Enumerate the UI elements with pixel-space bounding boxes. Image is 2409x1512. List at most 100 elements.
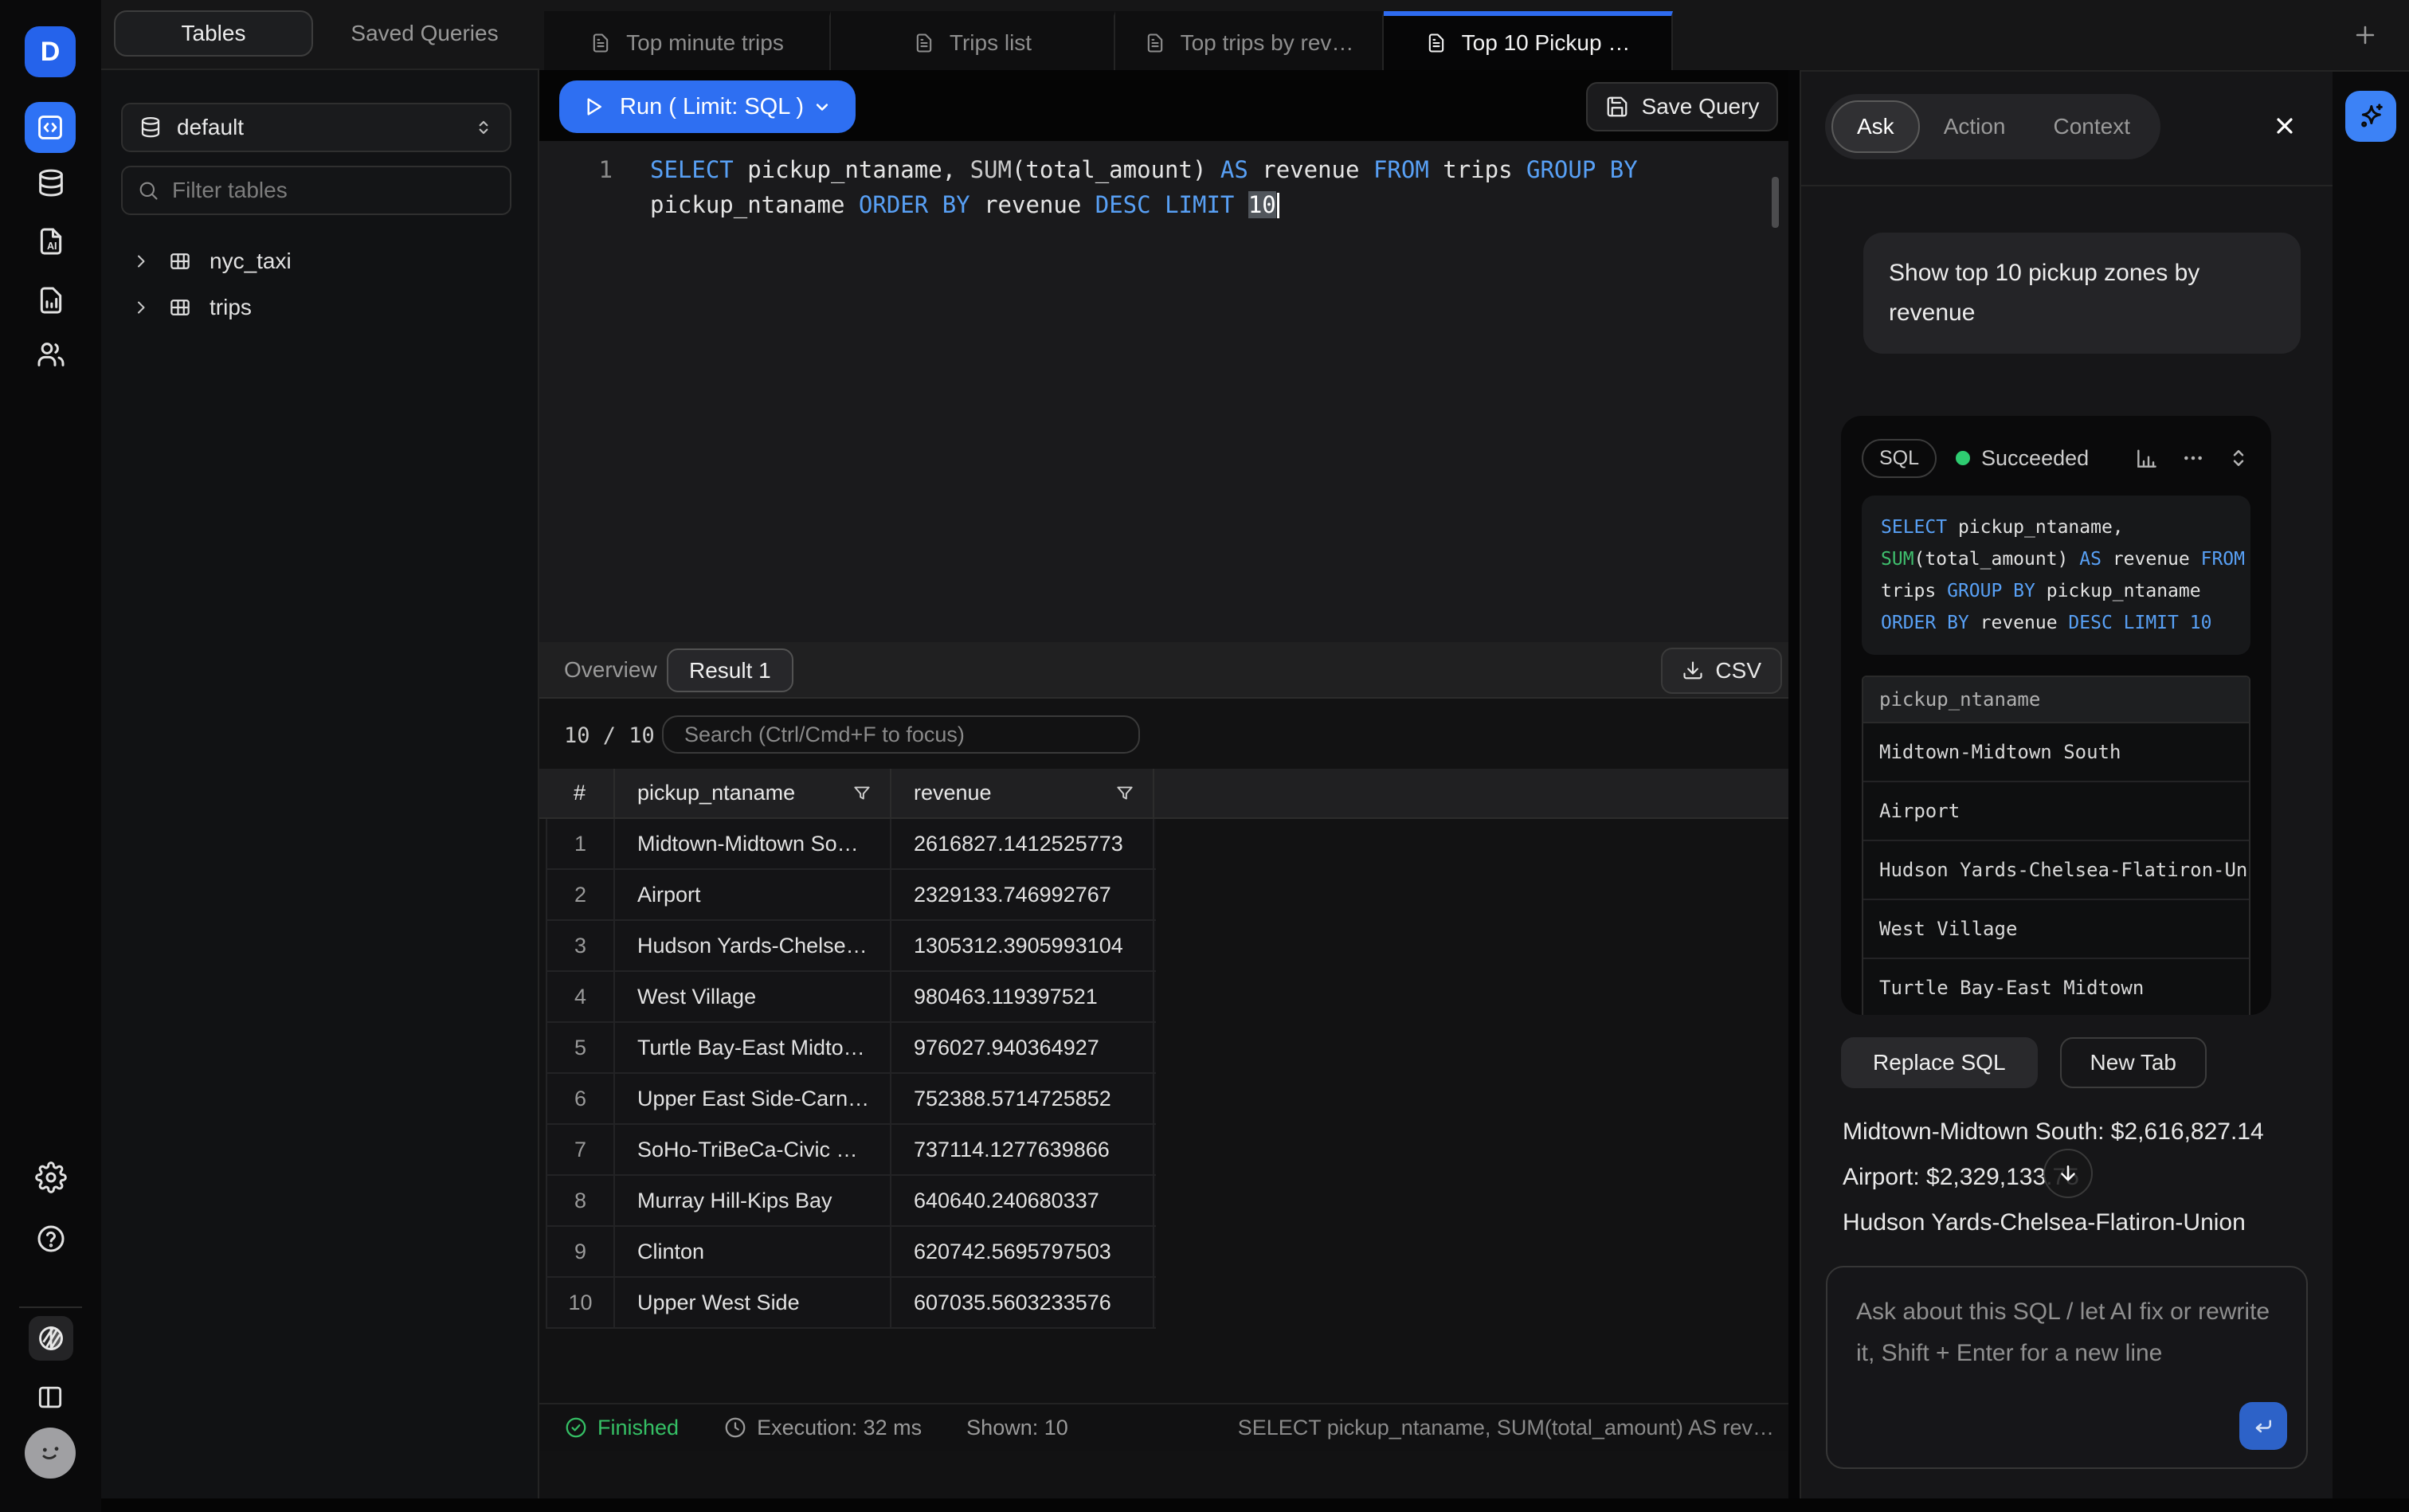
document-tab-label: Top 10 Pickup … — [1462, 30, 1631, 56]
table-cell-n: 10 — [547, 1278, 615, 1327]
help-button[interactable] — [35, 1223, 67, 1255]
send-button[interactable] — [2239, 1402, 2287, 1450]
ai-assistant-toggle-button[interactable] — [2345, 91, 2396, 142]
document-ai-icon: AI — [35, 225, 67, 258]
tree-item-nyc-taxi[interactable]: nyc_taxi — [131, 239, 514, 284]
csv-label: CSV — [1715, 658, 1761, 684]
download-icon — [1682, 660, 1704, 682]
table-row[interactable]: 3Hudson Yards-Chelse…1305312.3905993104 — [547, 921, 1156, 972]
chevron-right-icon[interactable] — [131, 298, 151, 317]
clock-icon — [723, 1416, 747, 1440]
table-cell-name: Upper West Side — [615, 1278, 891, 1327]
table-cell-name: West Village — [615, 972, 891, 1021]
replace-sql-button[interactable]: Replace SQL — [1841, 1037, 2038, 1088]
save-button-label: Save Query — [1642, 94, 1760, 119]
chart-icon[interactable] — [2134, 445, 2160, 471]
column-header-pickup-ntaname[interactable]: pickup_ntaname — [615, 769, 891, 817]
user-message-text: Show top 10 pickup zones by revenue — [1889, 260, 2199, 326]
icon-rail: D AI — [0, 0, 101, 1512]
sql-code-block[interactable]: SELECT pickup_ntaname,SUM(total_amount) … — [1862, 496, 2250, 655]
table-row[interactable]: 7SoHo-TriBeCa-Civic …737114.1277639866 — [547, 1125, 1156, 1176]
more-options-icon[interactable] — [2180, 445, 2206, 471]
table-row[interactable]: 9Clinton620742.5695797503 — [547, 1227, 1156, 1278]
table-cell-rev: 2616827.1412525773 — [891, 819, 1154, 868]
tree-item-trips[interactable]: trips — [131, 285, 514, 330]
toggle-sidebar-button[interactable] — [35, 1382, 65, 1412]
download-csv-button[interactable]: CSV — [1661, 648, 1782, 694]
document-tab-2[interactable]: Trips list — [831, 11, 1115, 70]
search-icon — [137, 179, 159, 202]
sidebar-item-ai-docs[interactable]: AI — [35, 225, 67, 258]
tab-tables[interactable]: Tables — [114, 10, 313, 57]
ai-mode-segmented-control: Ask Action Context — [1825, 94, 2160, 159]
succeeded-label: Succeeded — [1981, 446, 2089, 471]
sidebar-item-users[interactable] — [35, 339, 67, 370]
status-finished: Finished — [564, 1416, 679, 1440]
table-row[interactable]: 6Upper East Side-Carn…752388.5714725852 — [547, 1074, 1156, 1125]
mini-table-row: Turtle Bay-East Midtown — [1863, 959, 2249, 1015]
run-query-button[interactable]: Run ( Limit: SQL ) — [559, 80, 856, 133]
scroll-to-bottom-button[interactable] — [2043, 1149, 2093, 1198]
table-cell-name: Clinton — [615, 1227, 891, 1276]
document-tab-label: Top trips by rev… — [1181, 30, 1354, 56]
top-bar: Tables Saved Queries Top minute trips Tri… — [101, 0, 2409, 70]
filter-icon[interactable] — [1114, 783, 1135, 804]
sql-result-card: SQL Succeeded SELECT pickup_ntaname,SUM(… — [1841, 416, 2271, 1015]
mini-table-row: Airport — [1863, 782, 2249, 841]
table-row[interactable]: 5Turtle Bay-East Midto…976027.940364927 — [547, 1023, 1156, 1074]
table-row[interactable]: 1Midtown-Midtown So…2616827.1412525773 — [547, 819, 1156, 870]
document-tab-label: Trips list — [950, 30, 1032, 56]
table-cell-name: Airport — [615, 870, 891, 919]
ai-prompt-input[interactable] — [1827, 1267, 2306, 1467]
database-icon — [35, 167, 67, 199]
workspace-logo[interactable]: D — [25, 26, 76, 77]
column-header-revenue[interactable]: revenue — [891, 769, 1154, 817]
sidebar-item-databases[interactable] — [35, 167, 67, 199]
tree-item-label: nyc_taxi — [210, 249, 292, 274]
filter-tables-input[interactable] — [170, 177, 476, 204]
editor-scrollbar-thumb[interactable] — [1772, 177, 1779, 228]
tab-saved-queries[interactable]: Saved Queries — [329, 10, 520, 57]
document-tab-4[interactable]: Top 10 Pickup … — [1384, 11, 1673, 70]
sidebar-item-sql-editor[interactable] — [25, 102, 76, 153]
chevron-right-icon[interactable] — [131, 252, 151, 271]
filter-icon[interactable] — [852, 783, 872, 804]
database-selector-value: default — [177, 115, 244, 140]
user-avatar[interactable] — [25, 1428, 76, 1479]
editor-toolbar: Run ( Limit: SQL ) Save Query — [539, 70, 1788, 141]
column-label: revenue — [914, 781, 992, 805]
sidebar-item-reports[interactable] — [35, 284, 67, 317]
theme-toggle-button[interactable] — [29, 1316, 73, 1361]
settings-button[interactable] — [35, 1161, 67, 1193]
column-label: pickup_ntaname — [637, 781, 795, 805]
database-selector[interactable]: default — [121, 103, 511, 152]
sql-editor[interactable]: 1 SELECT pickup_ntaname, SUM(total_amoun… — [539, 141, 1788, 642]
mini-result-table: pickup_ntaname Midtown-Midtown SouthAirp… — [1862, 676, 2250, 1015]
document-tab-label: Top minute trips — [626, 30, 784, 56]
sparkle-ai-icon — [2355, 100, 2387, 132]
document-tab-3[interactable]: Top trips by rev… — [1115, 11, 1384, 70]
new-query-tab-button[interactable] — [2348, 18, 2383, 53]
tab-overview[interactable]: Overview — [564, 642, 657, 697]
enter-icon — [2251, 1414, 2275, 1438]
results-table-header: # pickup_ntaname revenue — [539, 769, 1788, 819]
table-row[interactable]: 2Airport2329133.746992767 — [547, 870, 1156, 921]
chevron-down-icon[interactable] — [811, 96, 833, 118]
table-cell-name: SoHo-TriBeCa-Civic … — [615, 1125, 891, 1174]
table-row[interactable]: 4West Village980463.119397521 — [547, 972, 1156, 1023]
document-tab-1[interactable]: Top minute trips — [544, 11, 831, 70]
tab-context[interactable]: Context — [2030, 114, 2155, 139]
tab-action[interactable]: Action — [1920, 114, 2030, 139]
results-search-input[interactable] — [683, 722, 1119, 748]
close-panel-button[interactable] — [2272, 113, 2297, 139]
tab-result-1[interactable]: Result 1 — [667, 648, 793, 692]
expand-icon[interactable] — [2227, 446, 2250, 470]
table-row[interactable]: 10Upper West Side607035.5603233576 — [547, 1278, 1156, 1329]
tab-tables-label: Tables — [182, 21, 246, 46]
tab-ask[interactable]: Ask — [1831, 100, 1920, 153]
new-tab-button[interactable]: New Tab — [2060, 1037, 2207, 1088]
column-header-index[interactable]: # — [546, 769, 615, 817]
check-circle-icon — [564, 1416, 588, 1440]
table-row[interactable]: 8Murray Hill-Kips Bay640640.240680337 — [547, 1176, 1156, 1227]
save-query-button[interactable]: Save Query — [1586, 82, 1778, 131]
